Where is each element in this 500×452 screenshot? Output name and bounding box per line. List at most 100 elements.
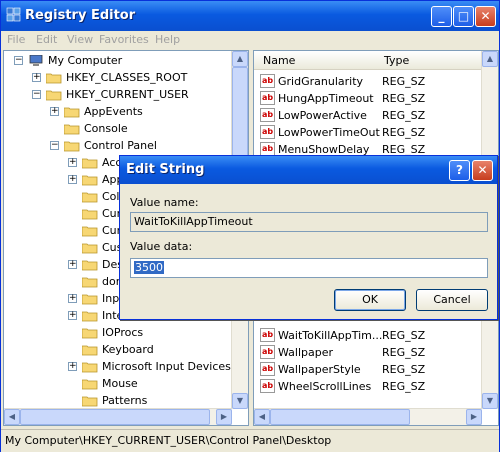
value-name: LowPowerActive <box>278 109 367 122</box>
tree-item-label: IOProcs <box>102 326 144 339</box>
menu-edit[interactable]: Edit <box>36 33 57 46</box>
cancel-button[interactable]: Cancel <box>416 289 488 311</box>
folder-icon <box>82 226 98 237</box>
folder-icon <box>82 260 98 271</box>
scroll-left-icon[interactable]: ◀ <box>4 409 20 425</box>
folder-icon <box>82 294 98 305</box>
value-name: GridGranularity <box>278 75 364 88</box>
value-type: REG_SZ <box>382 346 426 359</box>
list-item[interactable]: ab WaitToKillAppTim... REG_SZ <box>254 327 484 344</box>
tree-item-label: Control Panel <box>84 139 157 152</box>
expand-icon[interactable]: + <box>68 158 77 167</box>
minimize-button[interactable]: _ <box>431 6 452 27</box>
folder-icon <box>82 209 98 220</box>
folder-icon <box>46 73 62 84</box>
tree-item-label: Patterns <box>102 394 148 407</box>
string-value-icon: ab <box>260 74 275 88</box>
value-name: HungAppTimeout <box>278 92 374 105</box>
string-value-icon: ab <box>260 125 275 139</box>
value-name: LowPowerTimeOut <box>278 126 380 139</box>
expand-icon[interactable]: + <box>68 294 77 303</box>
close-button[interactable]: ✕ <box>475 6 496 27</box>
title-bar[interactable]: Registry Editor _ □ ✕ <box>1 1 499 31</box>
folder-icon <box>64 107 80 118</box>
collapse-icon[interactable]: − <box>50 141 59 150</box>
ok-button[interactable]: OK <box>334 289 406 311</box>
column-type-header[interactable]: Type <box>384 54 409 67</box>
value-type: REG_SZ <box>382 329 426 342</box>
scroll-left-icon[interactable]: ◀ <box>254 409 270 425</box>
maximize-button[interactable]: □ <box>453 6 474 27</box>
edit-string-dialog: Edit String ? ✕ Value name: WaitToKillAp… <box>119 155 498 320</box>
help-button[interactable]: ? <box>449 160 470 181</box>
scroll-up-icon[interactable]: ▲ <box>232 51 248 67</box>
folder-icon <box>82 243 98 254</box>
dialog-close-button[interactable]: ✕ <box>472 160 493 181</box>
value-type: REG_SZ <box>382 126 426 139</box>
value-type: REG_SZ <box>382 109 426 122</box>
scroll-thumb[interactable] <box>270 409 410 425</box>
status-path: My Computer\HKEY_CURRENT_USER\Control Pa… <box>5 434 332 447</box>
expand-icon[interactable]: + <box>68 362 77 371</box>
list-header: Name Type <box>254 51 498 70</box>
expand-icon[interactable]: + <box>50 107 59 116</box>
string-value-icon: ab <box>260 91 275 105</box>
scroll-right-icon[interactable]: ▶ <box>216 409 232 425</box>
string-value-icon: ab <box>260 108 275 122</box>
column-name-header[interactable]: Name <box>263 54 295 67</box>
value-name: WallpaperStyle <box>278 363 361 376</box>
scroll-thumb[interactable] <box>20 409 210 425</box>
value-name: Wallpaper <box>278 346 334 359</box>
dialog-title: Edit String <box>126 162 205 177</box>
menu-favorites[interactable]: Favorites <box>99 33 149 46</box>
tree-item-label: My Computer <box>48 54 123 67</box>
dialog-title-bar[interactable]: Edit String ? ✕ <box>120 156 497 184</box>
value-type: REG_SZ <box>382 363 426 376</box>
scroll-down-icon[interactable]: ▼ <box>232 393 248 409</box>
folder-icon <box>82 396 98 407</box>
menu-help[interactable]: Help <box>155 33 180 46</box>
value-data-input[interactable]: 3500 <box>130 258 488 278</box>
folder-icon <box>82 311 98 322</box>
folder-icon <box>82 175 98 186</box>
expand-icon[interactable]: + <box>68 311 77 320</box>
expand-icon[interactable]: + <box>32 73 41 82</box>
string-value-icon: ab <box>260 142 275 156</box>
folder-icon <box>82 362 98 373</box>
folder-icon <box>82 345 98 356</box>
folder-icon <box>82 158 98 169</box>
folder-icon <box>82 192 98 203</box>
collapse-icon[interactable]: − <box>14 56 23 65</box>
value-name-label: Value name: <box>130 196 199 209</box>
expand-icon[interactable]: + <box>68 260 77 269</box>
value-type: REG_SZ <box>382 380 426 393</box>
menu-file[interactable]: File <box>7 33 25 46</box>
folder-icon <box>46 90 62 101</box>
status-bar: My Computer\HKEY_CURRENT_USER\Control Pa… <box>1 429 499 452</box>
value-name: WheelScrollLines <box>278 380 372 393</box>
scroll-down-icon[interactable]: ▼ <box>482 393 498 409</box>
list-item[interactable]: ab WheelScrollLines REG_SZ <box>254 378 484 395</box>
tree-item-label: Microsoft Input Devices <box>102 360 231 373</box>
tree-horizontal-scrollbar[interactable]: ◀ ▶ <box>4 408 232 425</box>
list-item[interactable]: ab LowPowerActive REG_SZ <box>254 107 484 124</box>
scroll-right-icon[interactable]: ▶ <box>466 409 482 425</box>
scroll-up-icon[interactable]: ▲ <box>482 51 498 67</box>
tree-item-label: HKEY_CLASSES_ROOT <box>66 71 188 84</box>
tree-item-label: AppEvents <box>84 105 143 118</box>
tree-item-label: Mouse <box>102 377 138 390</box>
value-data-label: Value data: <box>130 240 193 253</box>
folder-icon <box>64 141 80 152</box>
expand-icon[interactable]: + <box>68 175 77 184</box>
collapse-icon[interactable]: − <box>32 90 41 99</box>
tree-item-label: HKEY_CURRENT_USER <box>66 88 189 101</box>
list-horizontal-scrollbar[interactable]: ◀ ▶ <box>254 408 482 425</box>
list-item[interactable]: ab HungAppTimeout REG_SZ <box>254 90 484 107</box>
tree-item-label: Console <box>84 122 128 135</box>
list-item[interactable]: ab LowPowerTimeOut REG_SZ <box>254 124 484 141</box>
list-item[interactable]: ab Wallpaper REG_SZ <box>254 344 484 361</box>
menu-view[interactable]: View <box>67 33 93 46</box>
list-item[interactable]: ab GridGranularity REG_SZ <box>254 73 484 90</box>
list-item[interactable]: ab WallpaperStyle REG_SZ <box>254 361 484 378</box>
string-value-icon: ab <box>260 328 275 342</box>
